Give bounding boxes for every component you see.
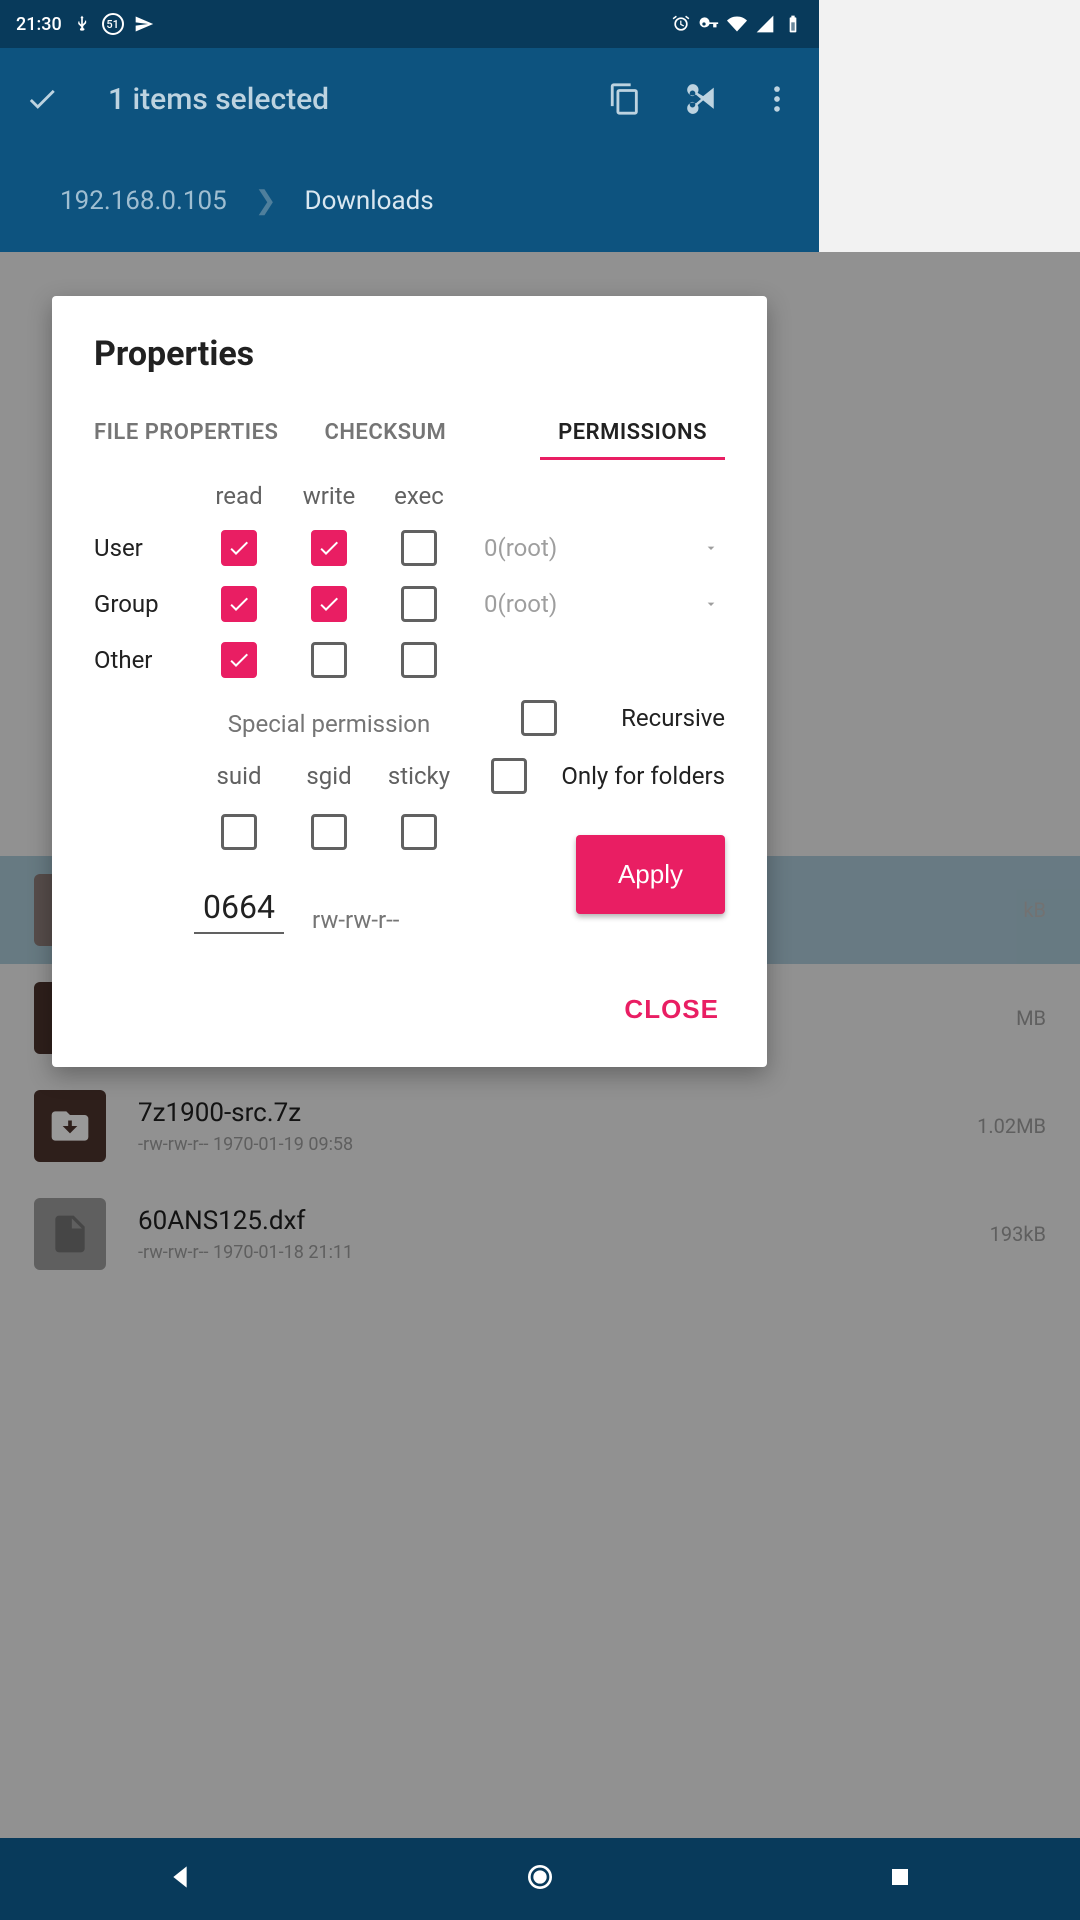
col-write: write [284, 482, 374, 510]
checkbox-group-write[interactable] [311, 586, 347, 622]
status-bar: 21:30 51 [0, 0, 819, 48]
more-icon[interactable] [755, 77, 799, 121]
row-other: Other [94, 646, 194, 674]
breadcrumb-current[interactable]: Downloads [305, 186, 434, 216]
octal-input[interactable]: 0664 [194, 888, 284, 934]
apply-button[interactable]: Apply [576, 835, 725, 914]
vpn-key-icon [699, 14, 719, 34]
badge-51-icon: 51 [102, 13, 124, 35]
checkbox-other-exec[interactable] [401, 642, 437, 678]
app-bar: 1 items selected [0, 48, 819, 150]
owner-group-select[interactable]: 0(root) [464, 590, 725, 618]
copy-icon[interactable] [603, 77, 647, 121]
col-sgid: sgid [284, 762, 374, 790]
chevron-down-icon [703, 590, 719, 618]
nav-recent-icon[interactable] [884, 1861, 916, 1897]
special-permission-label: Special permission [194, 710, 464, 738]
nav-back-icon[interactable] [164, 1861, 196, 1897]
col-sticky: sticky [374, 762, 464, 790]
checkbox-suid[interactable] [221, 814, 257, 850]
tab-file-properties[interactable]: FILE PROPERTIES [94, 408, 278, 460]
checkbox-other-write[interactable] [311, 642, 347, 678]
cut-icon[interactable] [679, 77, 723, 121]
checkbox-user-read[interactable] [221, 530, 257, 566]
checkbox-group-read[interactable] [221, 586, 257, 622]
close-button[interactable]: CLOSE [618, 982, 725, 1037]
checkbox-user-write[interactable] [311, 530, 347, 566]
chevron-right-icon: ❯ [255, 186, 277, 216]
breadcrumb[interactable]: 192.168.0.105 ❯ Downloads [0, 150, 819, 252]
checkbox-only-folders[interactable] [491, 758, 527, 794]
chevron-down-icon [703, 534, 719, 562]
dialog-title: Properties [94, 334, 725, 374]
battery-icon [783, 14, 803, 34]
nav-bar [0, 1838, 1080, 1920]
wifi-icon [727, 14, 747, 34]
tab-permissions[interactable]: PERMISSIONS [540, 408, 725, 460]
usb-icon [72, 14, 92, 34]
symbolic-perm: rw-rw-r-- [312, 906, 399, 934]
checkbox-group-exec[interactable] [401, 586, 437, 622]
send-icon [134, 14, 154, 34]
done-icon[interactable] [20, 77, 64, 121]
col-suid: suid [194, 762, 284, 790]
checkbox-recursive[interactable] [521, 700, 557, 736]
row-group: Group [94, 590, 194, 618]
dialog-tabs: FILE PROPERTIES CHECKSUM PERMISSIONS [94, 408, 725, 460]
row-user: User [94, 534, 194, 562]
selection-title: 1 items selected [108, 82, 571, 117]
nav-home-icon[interactable] [524, 1861, 556, 1897]
col-read: read [194, 482, 284, 510]
signal-icon [755, 14, 775, 34]
breadcrumb-root[interactable]: 192.168.0.105 [60, 186, 227, 216]
properties-dialog: Properties FILE PROPERTIES CHECKSUM PERM… [52, 296, 767, 1067]
col-exec: exec [374, 482, 464, 510]
recursive-label: Recursive [621, 704, 725, 732]
status-time: 21:30 [16, 14, 62, 35]
owner-user-select[interactable]: 0(root) [464, 534, 725, 562]
checkbox-sgid[interactable] [311, 814, 347, 850]
checkbox-sticky[interactable] [401, 814, 437, 850]
checkbox-user-exec[interactable] [401, 530, 437, 566]
alarm-icon [671, 14, 691, 34]
tab-checksum[interactable]: CHECKSUM [324, 408, 446, 460]
checkbox-other-read[interactable] [221, 642, 257, 678]
only-folders-label: Only for folders [561, 762, 725, 790]
